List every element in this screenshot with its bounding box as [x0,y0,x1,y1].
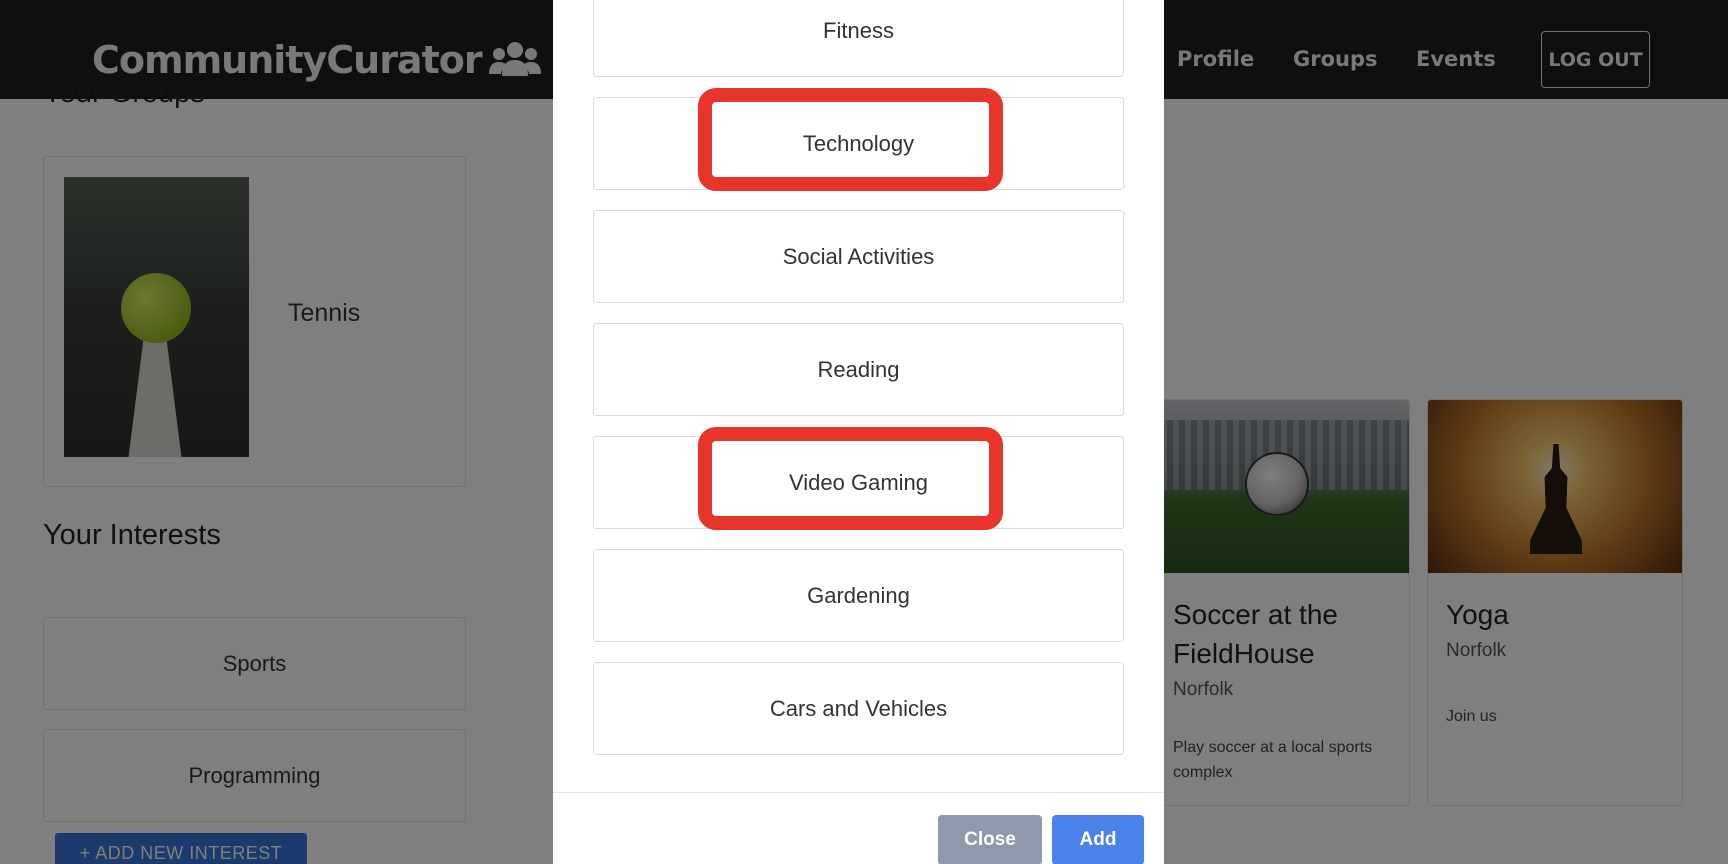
add-button[interactable]: Add [1052,815,1144,864]
close-button[interactable]: Close [938,815,1042,864]
interest-option-video-gaming[interactable]: Video Gaming [593,427,1124,530]
interest-option-social-activities[interactable]: Social Activities [593,210,1124,303]
add-interest-modal: Fitness Technology Social Activities Rea… [553,0,1164,864]
interest-option-cars-and-vehicles[interactable]: Cars and Vehicles [593,662,1124,755]
modal-footer: Close Add [553,792,1164,864]
interest-option-reading[interactable]: Reading [593,323,1124,416]
interest-option-gardening[interactable]: Gardening [593,549,1124,642]
interest-option-fitness[interactable]: Fitness [593,0,1124,77]
option-label: Fitness [823,17,894,43]
option-label: Cars and Vehicles [769,695,948,721]
option-label: Reading [817,356,900,382]
option-label: Social Activities [782,243,935,269]
option-label: Technology [802,130,915,156]
interest-option-technology[interactable]: Technology [593,88,1124,191]
option-label: Video Gaming [788,469,928,495]
option-label: Gardening [807,582,910,608]
